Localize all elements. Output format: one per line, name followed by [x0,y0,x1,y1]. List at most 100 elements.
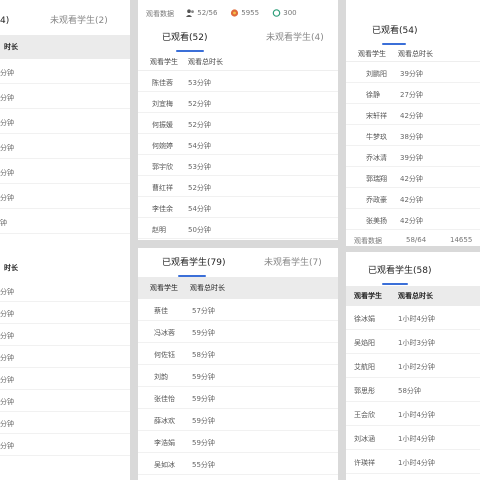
column-duration-header: 观看总时长 [398,50,433,58]
table-row: 刘鹏阳 39分钟 [346,62,480,83]
duration-cell: 59分钟 [192,373,215,381]
duration-cell: 1小时2分钟 [398,363,435,371]
table-row: 张美扬 42分钟 [346,209,480,230]
student-name-cell: 刘宜梅 [152,100,173,108]
duration-cell: 1小时3分钟 [398,339,435,347]
table-row: 李浩娟 59分钟 [138,431,338,453]
duration-cell: 钟 [0,219,7,227]
student-name-cell: 刘鹏阳 [366,70,387,78]
table-row: 乔冰清 39分钟 [346,146,480,167]
table-row: 曹红祥 52分钟 [138,176,338,197]
likes-stat: 5955 [230,9,259,17]
table-row: 分钟 [0,159,130,184]
panel-d-screenshot: 已观看学生(79) 未观看学生(7) 观看学生 观看总时长 蔡佳 57分钟 冯冰蓉 5… [138,248,338,480]
student-name-cell: 陈佳蓉 [152,79,173,87]
table-header: 观看学生 观看总时长 [346,46,480,62]
panel-a-screenshot: 4) 未观看学生(2) 时长 分钟 分钟 分钟 分钟 分钟 分钟 钟 时长 分钟… [0,0,130,480]
duration-cell: 分钟 [0,119,14,127]
student-name-cell: 郭瑞翔 [366,175,387,183]
table-row: 陈佳蓉 53分钟 [138,71,338,92]
duration-cell: 39分钟 [400,70,423,78]
duration-cell: 59分钟 [192,395,215,403]
stats-label: 观看数据 [146,10,174,18]
table-row: 钟 [0,209,130,234]
table-row: 郭瑞翔 42分钟 [346,167,480,188]
table-header: 观看学生 观看总时长 [138,53,338,71]
table-header: 观看学生 观看总时长 [346,286,480,306]
table-row: 分钟 [0,109,130,134]
tab-unwatched[interactable]: 未观看学生(7) [264,252,322,274]
viewers-count: 52/56 [197,9,218,17]
duration-cell: 58分钟 [398,387,421,395]
table-row: 王会欣 1小时4分钟 [346,402,480,426]
duration-cell: 39分钟 [400,154,423,162]
student-name-cell: 乔冰清 [366,154,387,162]
student-name-cell: 刘韵 [154,373,168,381]
chat-bubble-icon [272,9,281,17]
panel-c-screenshot: 已观看(54) 观看学生 观看总时长 刘鹏阳 39分钟 徐静 27分钟 宋轩祥 42分钟牛… [346,0,480,246]
tab-watched[interactable]: 已观看(52) [162,27,207,49]
student-name-cell: 牛梦玖 [366,133,387,141]
student-name-cell: 宋轩祥 [366,112,387,120]
column-duration-header: 观看总时长 [190,284,225,292]
likes-count: 5955 [241,9,260,17]
duration-cell: 分钟 [0,169,14,177]
student-name-cell: 郭宇欣 [152,163,173,171]
duration-cell: 54分钟 [188,205,211,213]
duration-cell: 27分钟 [400,91,423,99]
duration-cell: 分钟 [0,332,14,340]
duration-cell: 38分钟 [400,133,423,141]
tab-unwatched[interactable]: 未观看学生(4) [266,27,324,49]
panel-b-tabs: 已观看(52) 未观看学生(4) [138,27,338,52]
stats-label: 观看数据 [354,237,382,245]
duration-cell: 57分钟 [192,307,215,315]
duration-cell: 50分钟 [188,226,211,234]
tab-watched[interactable]: 已观看学生(58) [368,260,431,282]
tab-watched[interactable]: 已观看学生(79) [162,252,225,274]
viewers-count: 58/64 [406,236,427,244]
duration-cell: 42分钟 [400,217,423,225]
duration-cell: 53分钟 [188,163,211,171]
table-row: 郭宇欣 53分钟 [138,155,338,176]
duration-cell: 分钟 [0,310,14,318]
panel-d-tabs: 已观看学生(79) 未观看学生(7) [138,252,338,277]
duration-cell: 52分钟 [188,121,211,129]
table-row: 分钟 [0,302,130,324]
duration-cell: 42分钟 [400,175,423,183]
tab-watched[interactable]: 已观看(54) [372,20,417,42]
table-row: 吴焰阳 1小时3分钟 [346,330,480,354]
flower-icon [230,9,239,17]
student-name-cell: 王会欣 [354,411,375,419]
duration-cell: 59分钟 [192,417,215,425]
column-duration-header: 观看总时长 [398,292,433,300]
table-row: 分钟 [0,324,130,346]
table-header: 时长 [0,35,130,59]
table-row: 刘宜梅 52分钟 [138,92,338,113]
table-row: 宋轩祥 42分钟 [346,104,480,125]
table-row: 分钟 [0,390,130,412]
table-row: 分钟 [0,59,130,84]
student-name-cell: 徐冰娟 [354,315,375,323]
table-row: 艾航阳 1小时2分钟 [346,354,480,378]
comments-stat: 300 [272,9,297,17]
student-name-cell: 何佐钰 [154,351,175,359]
tab-unwatched[interactable]: 未观看学生(2) [50,10,108,32]
tab-watched[interactable]: 4) [0,10,9,32]
duration-cell: 1小时4分钟 [398,435,435,443]
panel-b-screenshot: 观看数据 52/56 5955 300 已观看(52) 未观看学生(4) 观看学… [138,0,338,240]
student-name-cell: 张美扬 [366,217,387,225]
duration-cell: 分钟 [0,442,14,450]
panel-a-tabs: 4) 未观看学生(2) [0,10,130,32]
column-student-header: 观看学生 [150,58,178,66]
active-tab-indicator [382,43,406,45]
column-student-header: 观看学生 [354,292,382,300]
duration-cell: 1小时4分钟 [398,459,435,467]
duration-cell: 54分钟 [188,142,211,150]
duration-cell: 53分钟 [188,79,211,87]
duration-cell: 分钟 [0,94,14,102]
table-header-lower: 时长 [0,258,130,278]
duration-cell: 58分钟 [192,351,215,359]
student-name-cell: 郭思彤 [354,387,375,395]
duration-cell: 分钟 [0,288,14,296]
table-row: 分钟 [0,84,130,109]
